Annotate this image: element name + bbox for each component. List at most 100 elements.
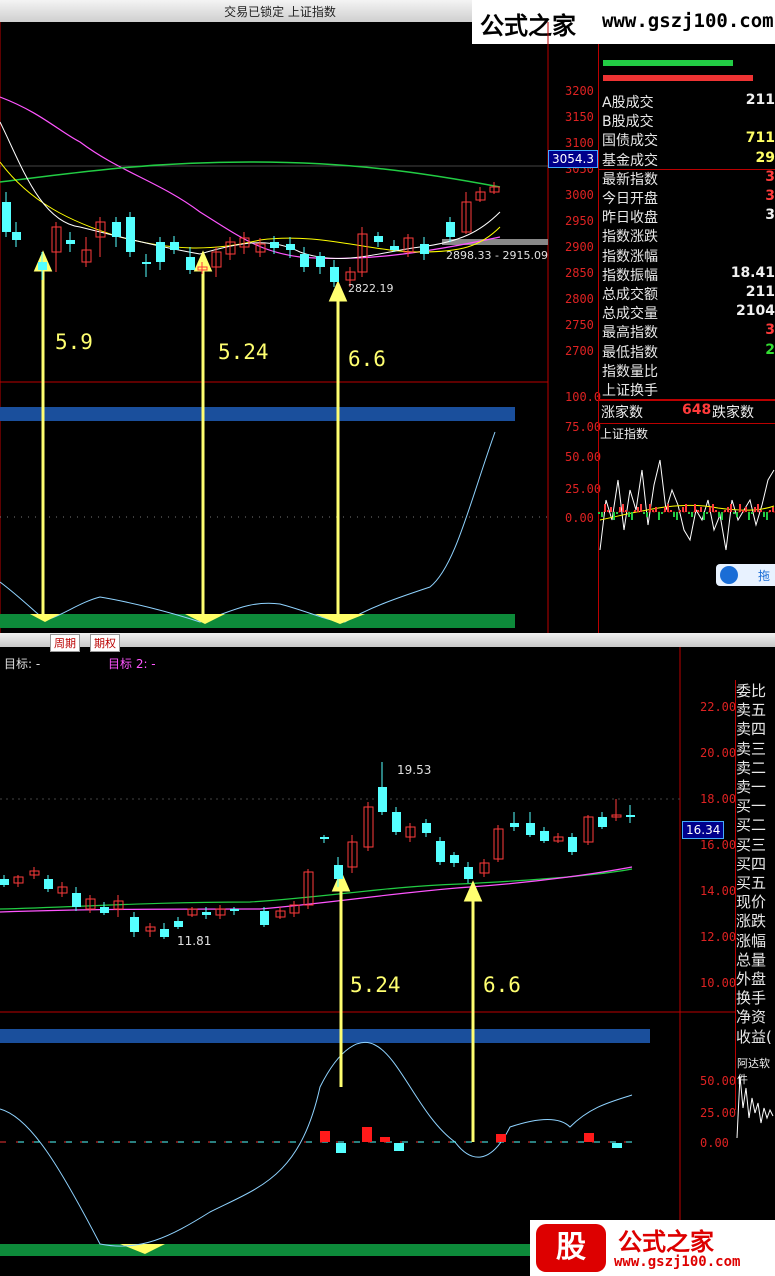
top-chart-area[interactable] (0, 22, 600, 633)
stat-value: 3 (765, 168, 775, 185)
indicator-bar (496, 1134, 506, 1142)
target-1: 目标: - (4, 657, 41, 671)
stat-row: 基金成交 29 (598, 149, 775, 170)
mini-chart-bottom (736, 1075, 774, 1139)
candle-body (112, 222, 121, 237)
mini-bar (637, 507, 639, 512)
annotation-arrows-bottom (331, 870, 483, 1142)
tick-label: 3100 (565, 136, 594, 150)
mini-bar (697, 510, 699, 512)
stat-row: 最高指数 3 (600, 322, 775, 341)
candle-body (390, 246, 399, 250)
indicator-bar (612, 1143, 622, 1148)
mini-bar (640, 504, 642, 512)
stat-row: 昨日收盘 3 (600, 207, 775, 226)
stat-label: 指数量比 (602, 363, 658, 380)
drag-button-label: 拖 (758, 569, 771, 583)
candle-body (66, 240, 75, 244)
stat-row: 总成交量 2104 (600, 303, 775, 322)
candle-body (422, 823, 431, 833)
candle-body (156, 242, 165, 262)
candle-body (270, 242, 279, 248)
candle-body (126, 217, 135, 252)
mini-bar (613, 512, 615, 520)
mini-bar (652, 510, 654, 512)
tick-label: 3150 (565, 110, 594, 124)
indicator-bar (362, 1127, 372, 1142)
mini-bar (625, 510, 627, 512)
mini-bar (703, 512, 705, 520)
tick-label: 3200 (565, 84, 594, 98)
annotation-arrows-top (33, 250, 348, 617)
tick-label: 10.00 (700, 976, 737, 990)
mini-bar (715, 510, 717, 512)
mini-bar (736, 512, 738, 517)
tick-label: 2850 (565, 266, 594, 280)
mini-bar (763, 512, 765, 517)
target-2: 目标 2: - (108, 657, 156, 671)
low-label-bottom: 11.81 (177, 934, 212, 948)
order-label: 委比 (736, 682, 767, 700)
candle-body (316, 256, 325, 267)
stat-value: 29 (755, 149, 775, 166)
order-label: 卖一 (736, 778, 767, 796)
candle-body (526, 823, 535, 835)
mini-bar (700, 507, 702, 512)
stat-value: 3 (765, 188, 775, 204)
candle-body (44, 879, 53, 889)
annotation-date: 5.24 (218, 340, 269, 364)
candle-body (300, 254, 309, 267)
mini-bar (610, 507, 612, 512)
tick-label: 0.00 (565, 511, 594, 525)
stat-row: 指数量比 (600, 361, 775, 380)
annotation-date: 6.6 (348, 347, 386, 371)
stat-label: 总成交额 (602, 287, 658, 303)
order-label: 买四 (736, 854, 767, 873)
mini-bar (742, 510, 744, 512)
candle-body (12, 232, 21, 240)
current-price-box: 16.34 (682, 821, 725, 839)
range-label: 2898.33 - 2915.09 (446, 249, 548, 262)
annotation-date: 5.24 (350, 973, 401, 997)
candle-body (436, 841, 445, 862)
indicator-bar (584, 1133, 594, 1142)
indicator-bar (380, 1137, 390, 1142)
stat-value: 2 (765, 341, 775, 358)
tick-label: 25.00 (700, 1106, 737, 1120)
order-label: 卖四 (736, 720, 767, 739)
stat-row: 总成交额 211 (600, 284, 775, 303)
stat-value: 3 (765, 322, 775, 339)
stock-badge-icon: 股 (536, 1224, 606, 1272)
bottom-window-toolbar: 周期 期权 (0, 633, 775, 652)
stat-label: 最低指数 (602, 344, 658, 361)
mini-bar (673, 512, 675, 517)
candle-body (230, 909, 239, 911)
mini-bar (751, 512, 753, 514)
stat-value: 18.41 (730, 264, 775, 281)
bottom-chart-area[interactable] (0, 647, 736, 1276)
tick-label: 3000 (565, 188, 594, 202)
mini-bar (601, 512, 603, 517)
candle-body (38, 262, 47, 270)
stat-value: 711 (745, 130, 775, 147)
mini-bar (604, 504, 606, 512)
fall-bar (603, 75, 753, 81)
mini-bar (694, 504, 696, 512)
footer-logo-text: 公式之家 (618, 1228, 714, 1256)
mini-bar (619, 507, 621, 512)
candle-body (378, 787, 387, 812)
tick-label: 2700 (565, 344, 594, 358)
mini-bar (769, 510, 771, 512)
mini-bar (664, 507, 666, 512)
mini-bar (616, 512, 618, 514)
stat-row: 指数涨幅 (600, 246, 775, 265)
candle-body (160, 929, 169, 937)
rise-count-value: 648 (682, 402, 712, 418)
mini-bar (691, 512, 693, 517)
candle-body (450, 855, 459, 863)
indicator-bars (320, 1127, 622, 1153)
stat-label: A股成交 (602, 95, 654, 111)
drag-button[interactable]: 拖 (716, 564, 775, 586)
rise-fall-row: 涨家数 648 跌家数 (598, 400, 775, 424)
stat-label: 上证换手 (602, 383, 658, 399)
